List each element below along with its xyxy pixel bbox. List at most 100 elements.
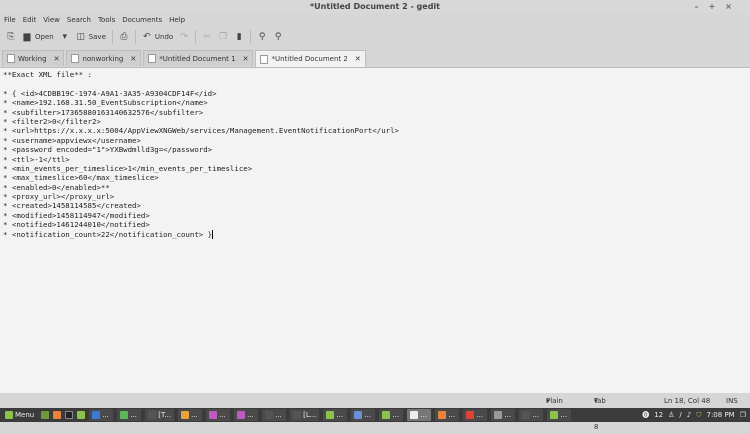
cut-icon[interactable]: ✂ <box>202 32 212 42</box>
editor-line: * <enabled>0</enabled>** <box>3 182 110 192</box>
minimize-button[interactable]: – <box>695 2 709 11</box>
cursor-position: Ln 18, Col 48 <box>664 397 711 405</box>
clock[interactable]: 7:08 PM <box>707 411 735 419</box>
document-icon <box>7 54 15 63</box>
maximize-button[interactable]: + <box>709 2 726 11</box>
editor-line: * <created>1458114585</created> <box>3 201 141 211</box>
close-tab-icon[interactable]: ✕ <box>355 55 361 63</box>
close-button[interactable]: × <box>725 2 742 11</box>
taskbar-window-button[interactable]: ... <box>435 409 460 421</box>
editor-line: * <username>appviewx</username> <box>3 135 141 145</box>
network-icon[interactable]: / <box>679 411 681 419</box>
workspace-icon[interactable]: ❐ <box>740 411 746 419</box>
app-icon <box>326 411 335 419</box>
open-button[interactable]: ▆ Open <box>22 32 54 42</box>
editor-line: * <password encoded="1">YXBwdmlld3g=</pa… <box>3 145 213 155</box>
tab-untitled-1[interactable]: *Untitled Document 1 ✕ <box>143 50 254 66</box>
task-label: ... <box>392 411 400 419</box>
shield-icon[interactable]: ⛉ <box>696 411 701 420</box>
taskbar-window-button[interactable]: ... <box>463 409 488 421</box>
task-label: ... <box>130 411 137 419</box>
document-icon <box>148 54 157 63</box>
start-menu-button[interactable]: Menu <box>2 409 37 421</box>
editor-line: * <url>https://x.x.x.x:5004/AppViewXNGWe… <box>3 126 400 136</box>
task-label: ... <box>448 411 456 419</box>
search-icon[interactable]: ⚲ <box>257 32 267 42</box>
divider <box>250 30 252 44</box>
tab-untitled-2[interactable]: *Untitled Document 2 ✕ <box>255 50 366 67</box>
tab-working[interactable]: Working ✕ <box>2 50 65 66</box>
taskbar-window-button[interactable]: ... <box>178 409 203 421</box>
terminal-icon[interactable] <box>65 411 74 419</box>
taskbar-window-button[interactable]: [L... <box>290 409 320 421</box>
divider <box>134 30 136 44</box>
editor-line: * { <id>4CDBB19C-1974-A9A1-3A35-A9304CDF… <box>3 88 217 98</box>
tab-width-selector[interactable]: Tab Width: 8 ▾ <box>594 395 617 431</box>
language-selector[interactable]: Plain Text ▾ <box>546 395 563 418</box>
menu-view[interactable]: View <box>43 14 60 26</box>
text-editor[interactable]: **Exact XML file** : * { <id>4CDBB19C-197… <box>0 67 750 393</box>
taskbar-window-button[interactable]: ... <box>323 409 348 421</box>
taskbar-window-button[interactable]: ... <box>547 409 572 421</box>
print-icon[interactable]: ⎙ <box>119 32 129 42</box>
menu-tools[interactable]: Tools <box>98 14 115 26</box>
volume-icon[interactable]: ♪ <box>687 411 691 419</box>
close-tab-icon[interactable]: ✕ <box>130 55 136 63</box>
save-button[interactable]: ◫ Save <box>76 32 105 42</box>
app-icon <box>494 411 503 419</box>
app-icon <box>265 411 274 419</box>
paste-icon[interactable]: ▮ <box>234 32 244 42</box>
taskbar-window-button[interactable]: ... <box>491 409 516 421</box>
text-cursor <box>212 230 214 240</box>
dropbox-icon[interactable]: ⓿ <box>642 410 649 420</box>
editor-line: **Exact XML file** : <box>3 70 92 79</box>
insert-mode: INS <box>726 397 738 405</box>
files-icon[interactable] <box>77 411 86 419</box>
open-dropdown-chevron-icon[interactable]: ▾ <box>60 32 70 42</box>
editor-line: * <subfilter>17365880163140632576</subfi… <box>3 107 204 117</box>
taskbar-window-button[interactable]: ... <box>262 409 287 421</box>
taskbar-window-button[interactable]: [T... <box>145 409 175 421</box>
taskbar-window-button[interactable]: ... <box>351 409 376 421</box>
app-icon <box>148 411 157 419</box>
app-icon <box>438 411 447 419</box>
new-document-icon[interactable]: ⎘ <box>6 32 16 42</box>
redo-icon[interactable]: ↷ <box>179 32 189 42</box>
close-tab-icon[interactable]: ✕ <box>243 55 249 63</box>
user-icon[interactable]: ♙ <box>668 411 674 419</box>
taskbar-window-button[interactable]: ... <box>89 409 114 421</box>
app-icon <box>237 411 246 419</box>
task-label: ... <box>476 411 484 419</box>
task-label: ... <box>504 411 512 419</box>
menu-help[interactable]: Help <box>169 14 185 26</box>
menu-bar: File Edit View Search Tools Documents He… <box>0 14 185 26</box>
task-label: ... <box>219 411 226 419</box>
taskbar-window-button[interactable]: ... <box>407 409 432 421</box>
search-replace-icon[interactable]: ⚲ <box>273 32 283 42</box>
task-label: ... <box>560 411 568 419</box>
taskbar-window-button[interactable]: ... <box>234 409 259 421</box>
show-desktop-icon[interactable] <box>41 411 50 419</box>
editor-line: * <proxy_url></proxy_url> <box>3 192 115 202</box>
menu-search[interactable]: Search <box>67 14 91 26</box>
undo-button[interactable]: ↶ Undo <box>142 32 173 42</box>
toolbar: ⎘ ▆ Open ▾ ◫ Save ⎙ ↶ Undo ↷ ✂ ❐ ▮ ⚲ ⚲ <box>0 28 283 46</box>
menu-documents[interactable]: Documents <box>122 14 162 26</box>
menu-file[interactable]: File <box>4 14 16 26</box>
divider <box>111 30 113 44</box>
taskbar-window-button[interactable]: ... <box>379 409 404 421</box>
window-title: *Untitled Document 2 - gedit <box>310 2 440 11</box>
menu-edit[interactable]: Edit <box>23 14 37 26</box>
copy-icon[interactable]: ❐ <box>218 32 228 42</box>
divider <box>195 30 197 44</box>
taskbar-window-button[interactable]: ... <box>519 409 544 421</box>
close-tab-icon[interactable]: ✕ <box>54 55 60 63</box>
taskbar-window-button[interactable]: ... <box>206 409 231 421</box>
status-bar: Plain Text ▾ Tab Width: 8 ▾ Ln 18, Col 4… <box>0 395 750 431</box>
task-label: [L... <box>303 411 317 419</box>
taskbar-window-button[interactable]: ... <box>117 409 142 421</box>
app-icon <box>92 411 101 419</box>
tab-nonworking[interactable]: nonworking ✕ <box>66 50 142 66</box>
firefox-icon[interactable] <box>53 411 62 419</box>
